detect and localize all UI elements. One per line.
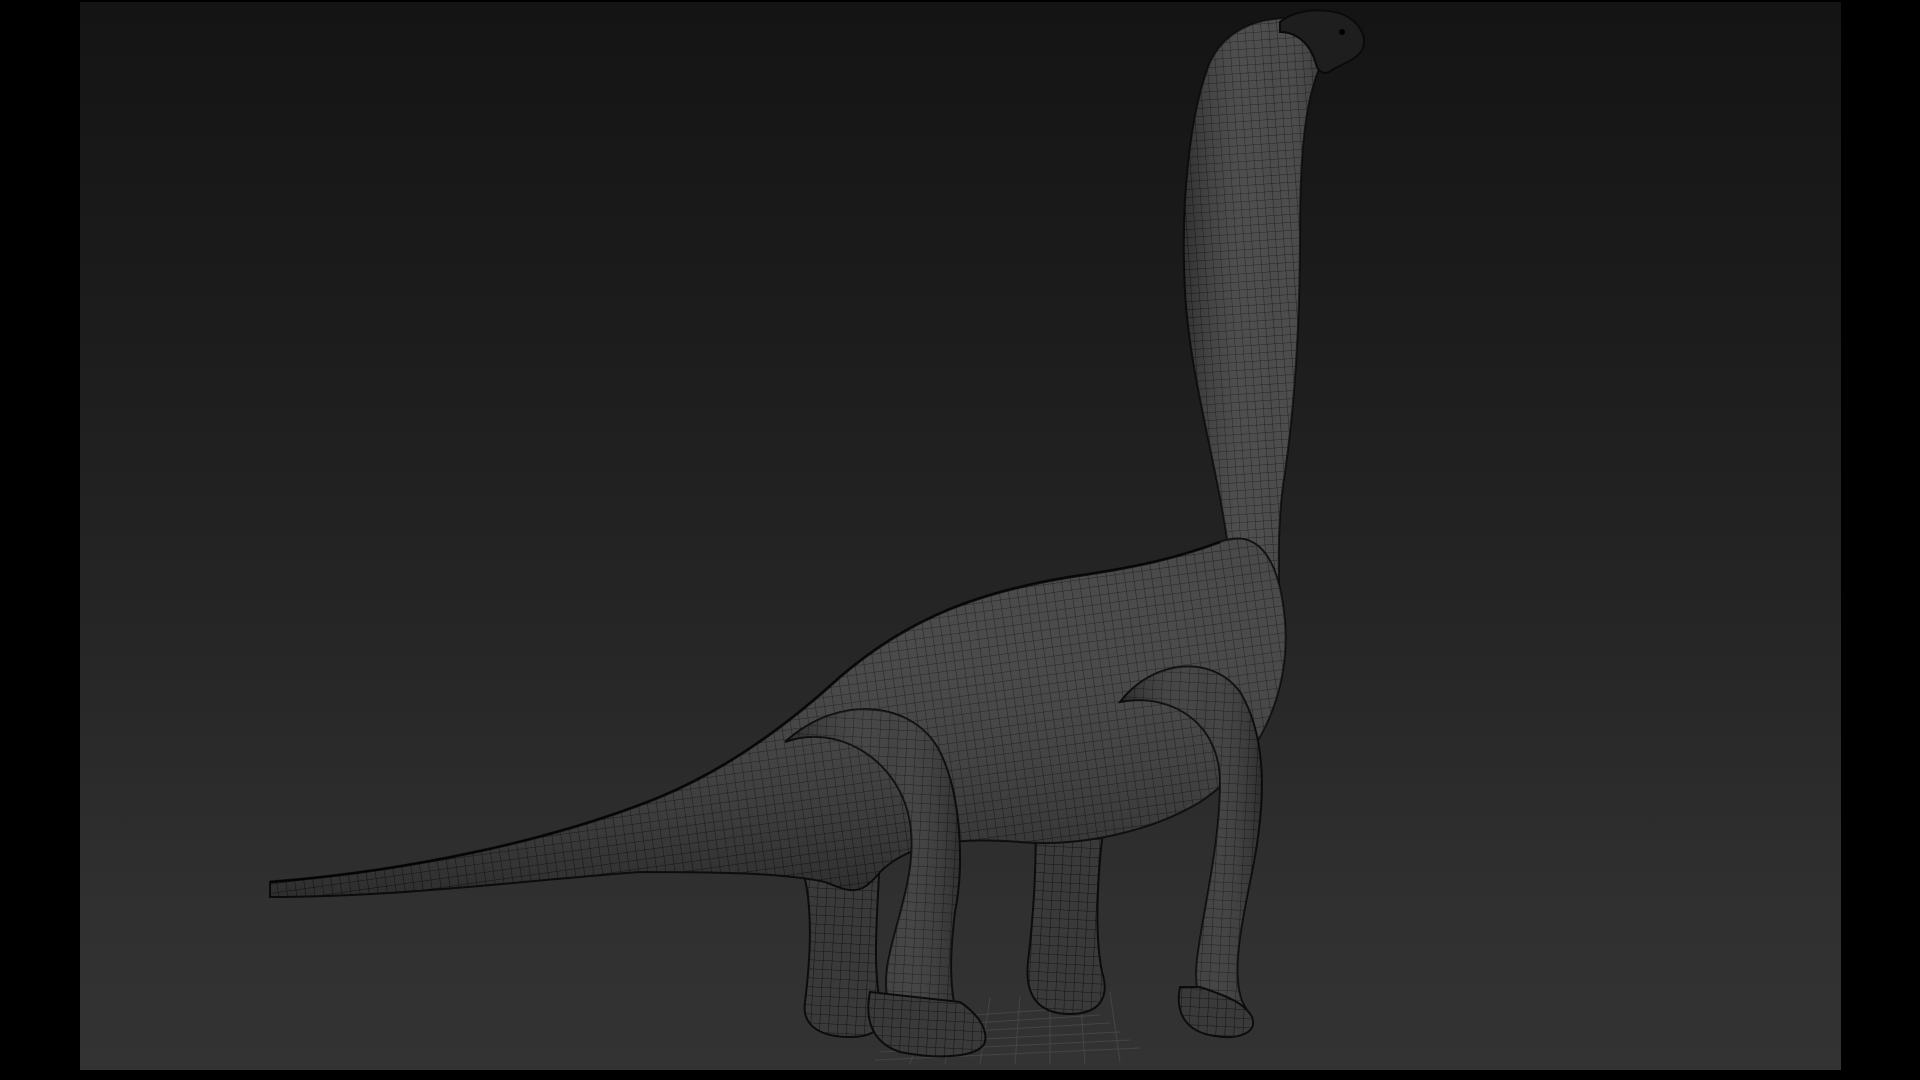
near-front-foot (1177, 986, 1255, 1038)
3d-viewport[interactable] (80, 2, 1841, 1070)
letterbox-frame (0, 0, 1920, 1080)
model-render (269, 9, 1365, 1065)
near-hind-foot (867, 990, 987, 1058)
